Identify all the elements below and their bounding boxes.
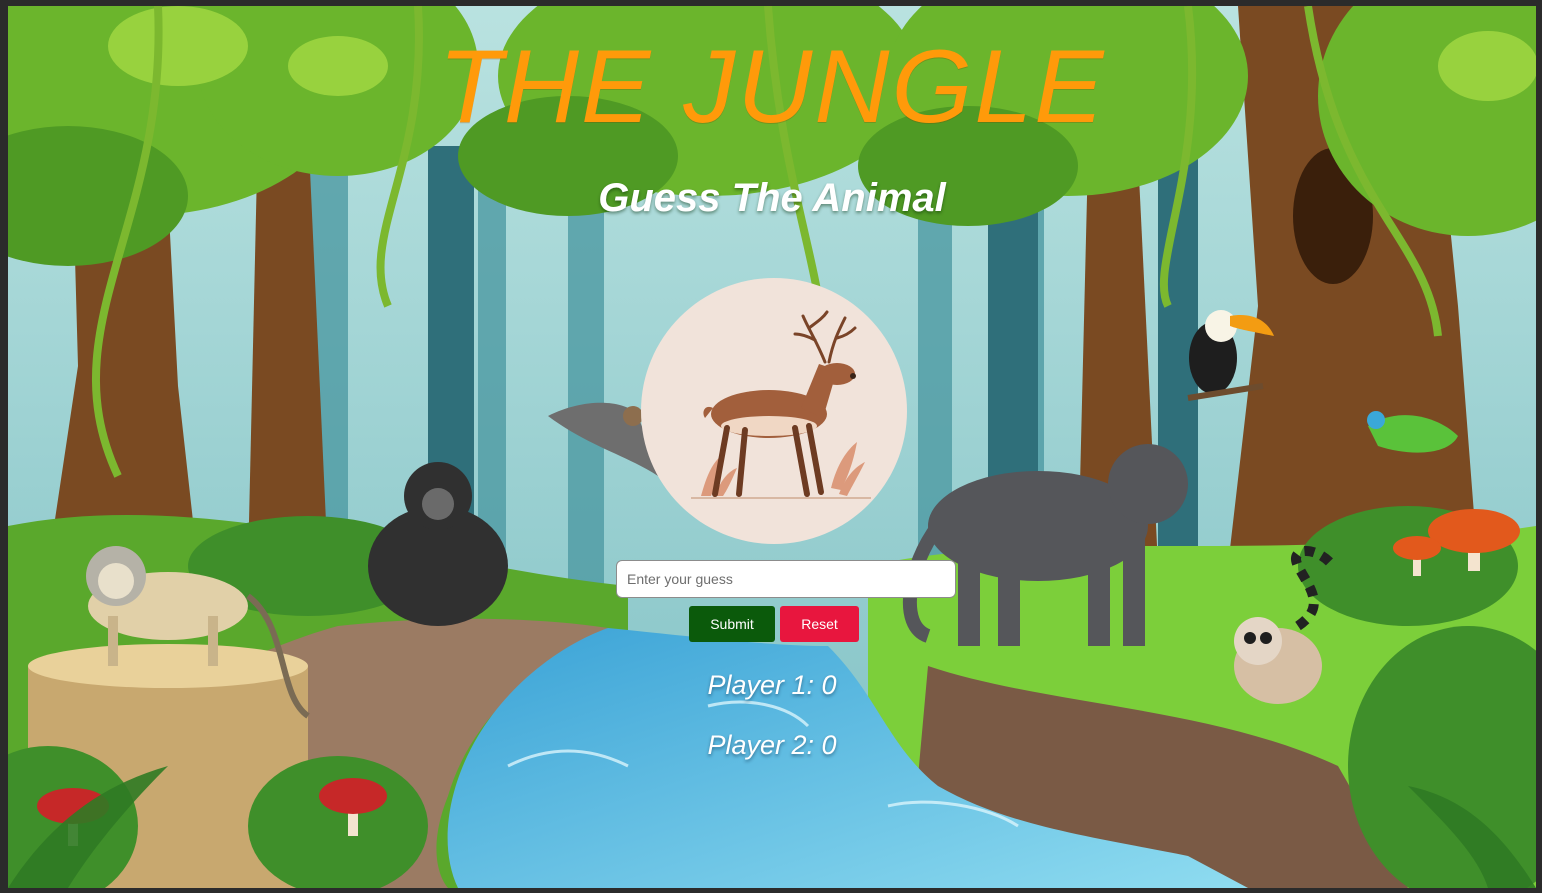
guess-input[interactable] — [616, 560, 956, 598]
game-frame: THE JUNGLE Guess The Animal Enter your g… — [8, 6, 1536, 888]
game-subtitle: Guess The Animal — [598, 176, 946, 220]
animal-image — [641, 278, 907, 544]
player-2-score: Player 2: 0 — [707, 730, 837, 760]
game-title: THE JUNGLE — [438, 29, 1106, 145]
submit-button[interactable]: Submit — [689, 606, 775, 642]
deer-icon — [691, 310, 871, 499]
reset-button[interactable]: Reset — [780, 606, 859, 642]
player-1-score: Player 1: 0 — [707, 670, 837, 700]
